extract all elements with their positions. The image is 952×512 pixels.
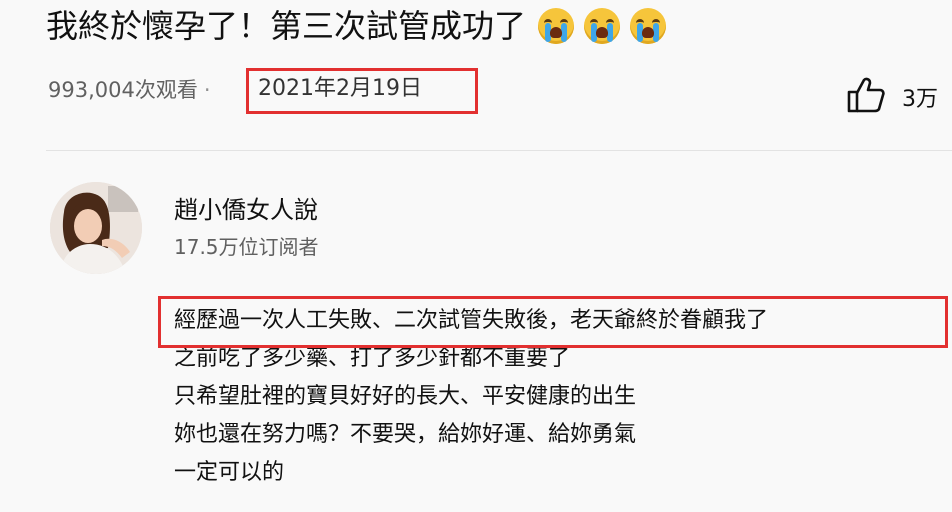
video-title-text: 我終於懷孕了！第三次試管成功了 [46, 7, 527, 45]
like-button[interactable]: 3万 [846, 76, 938, 118]
section-divider [46, 150, 952, 151]
title-emojis [538, 8, 667, 44]
crying-face-icon [538, 8, 575, 44]
like-count: 3万 [902, 87, 938, 112]
description-line: 一定可以的 [174, 460, 285, 485]
video-meta: 993,004次观看 · [48, 72, 215, 108]
meta-separator: · [203, 78, 211, 102]
date-highlight-box [246, 68, 478, 114]
channel-avatar[interactable] [50, 182, 142, 274]
description-line: 只希望肚裡的寶貝好好的長大、平安健康的出生 [174, 384, 637, 409]
video-title: 我終於懷孕了！第三次試管成功了 [46, 4, 667, 48]
description-line: 妳也還在努力嗎？不要哭，給妳好運、給妳勇氣 [174, 422, 637, 447]
thumbs-up-icon [846, 76, 886, 118]
subscriber-count: 17.5万位订阅者 [174, 235, 319, 259]
crying-face-icon [584, 8, 621, 44]
description-highlight-box [158, 296, 948, 348]
crying-face-icon [630, 8, 667, 44]
view-count: 993,004次观看 [48, 78, 198, 102]
channel-name[interactable]: 趙小僑女人說 [174, 193, 318, 227]
